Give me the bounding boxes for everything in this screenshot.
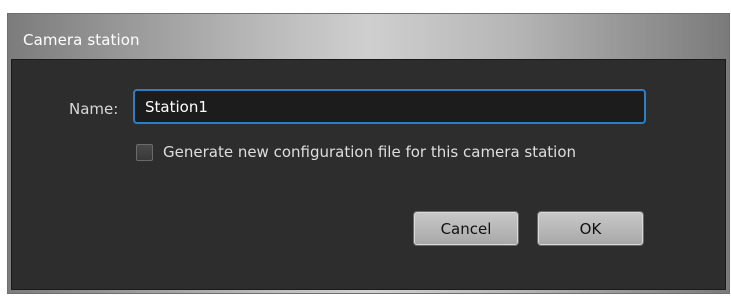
dialog-body: Name: Generate new configuration file fo… (11, 59, 726, 290)
generate-config-option[interactable]: Generate new configuration file for this… (136, 141, 576, 163)
cancel-button[interactable]: Cancel (413, 211, 519, 246)
name-label: Name: (69, 100, 119, 118)
generate-config-checkbox[interactable] (136, 143, 153, 161)
generate-config-label[interactable]: Generate new configuration file for this… (163, 143, 576, 161)
ok-button[interactable]: OK (537, 211, 644, 246)
camera-station-dialog: Camera station Name: Generate new config… (7, 13, 730, 294)
dialog-title: Camera station (23, 31, 140, 49)
dialog-titlebar[interactable]: Camera station (8, 14, 729, 59)
name-input[interactable] (133, 89, 646, 124)
